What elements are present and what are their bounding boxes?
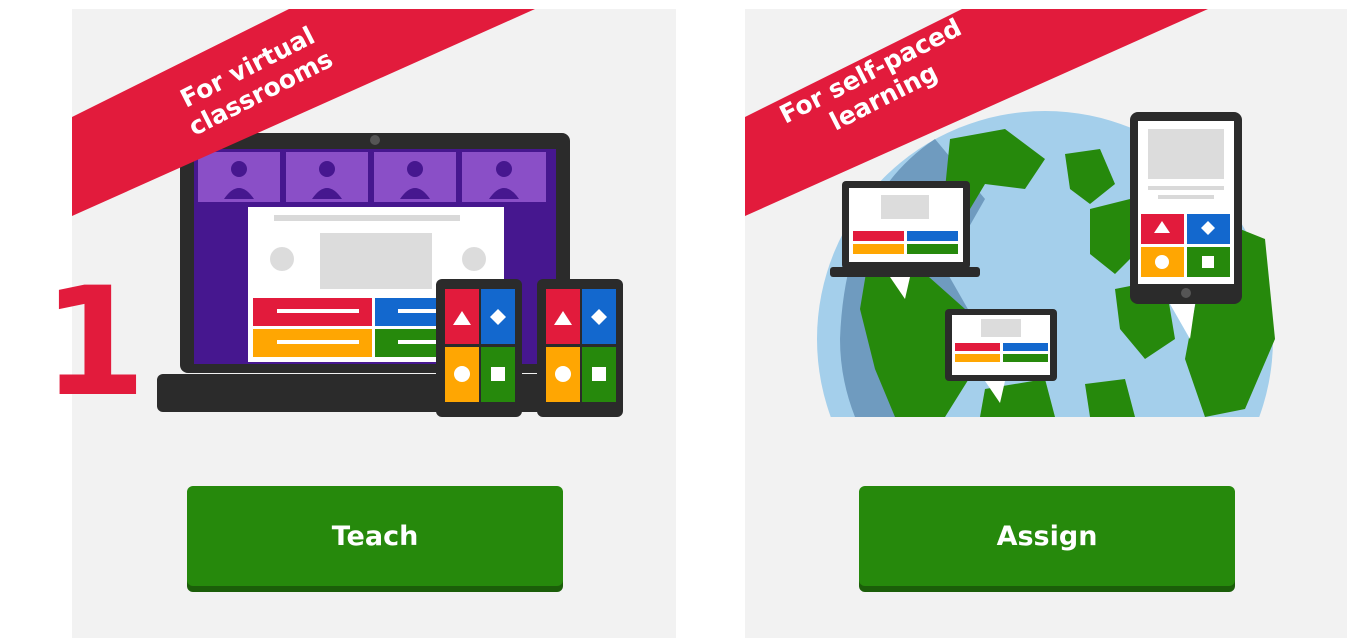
phone-1 — [436, 279, 522, 417]
teach-card[interactable]: For virtual classrooms Teach — [72, 9, 676, 638]
step-number: 1 — [42, 256, 147, 430]
assign-card[interactable]: For self-paced learning Assign — [745, 9, 1347, 638]
assign-button[interactable]: Assign — [859, 486, 1235, 586]
virtual-classroom-illustration — [157, 133, 623, 417]
phone-2 — [537, 279, 623, 417]
teach-button[interactable]: Teach — [187, 486, 563, 586]
